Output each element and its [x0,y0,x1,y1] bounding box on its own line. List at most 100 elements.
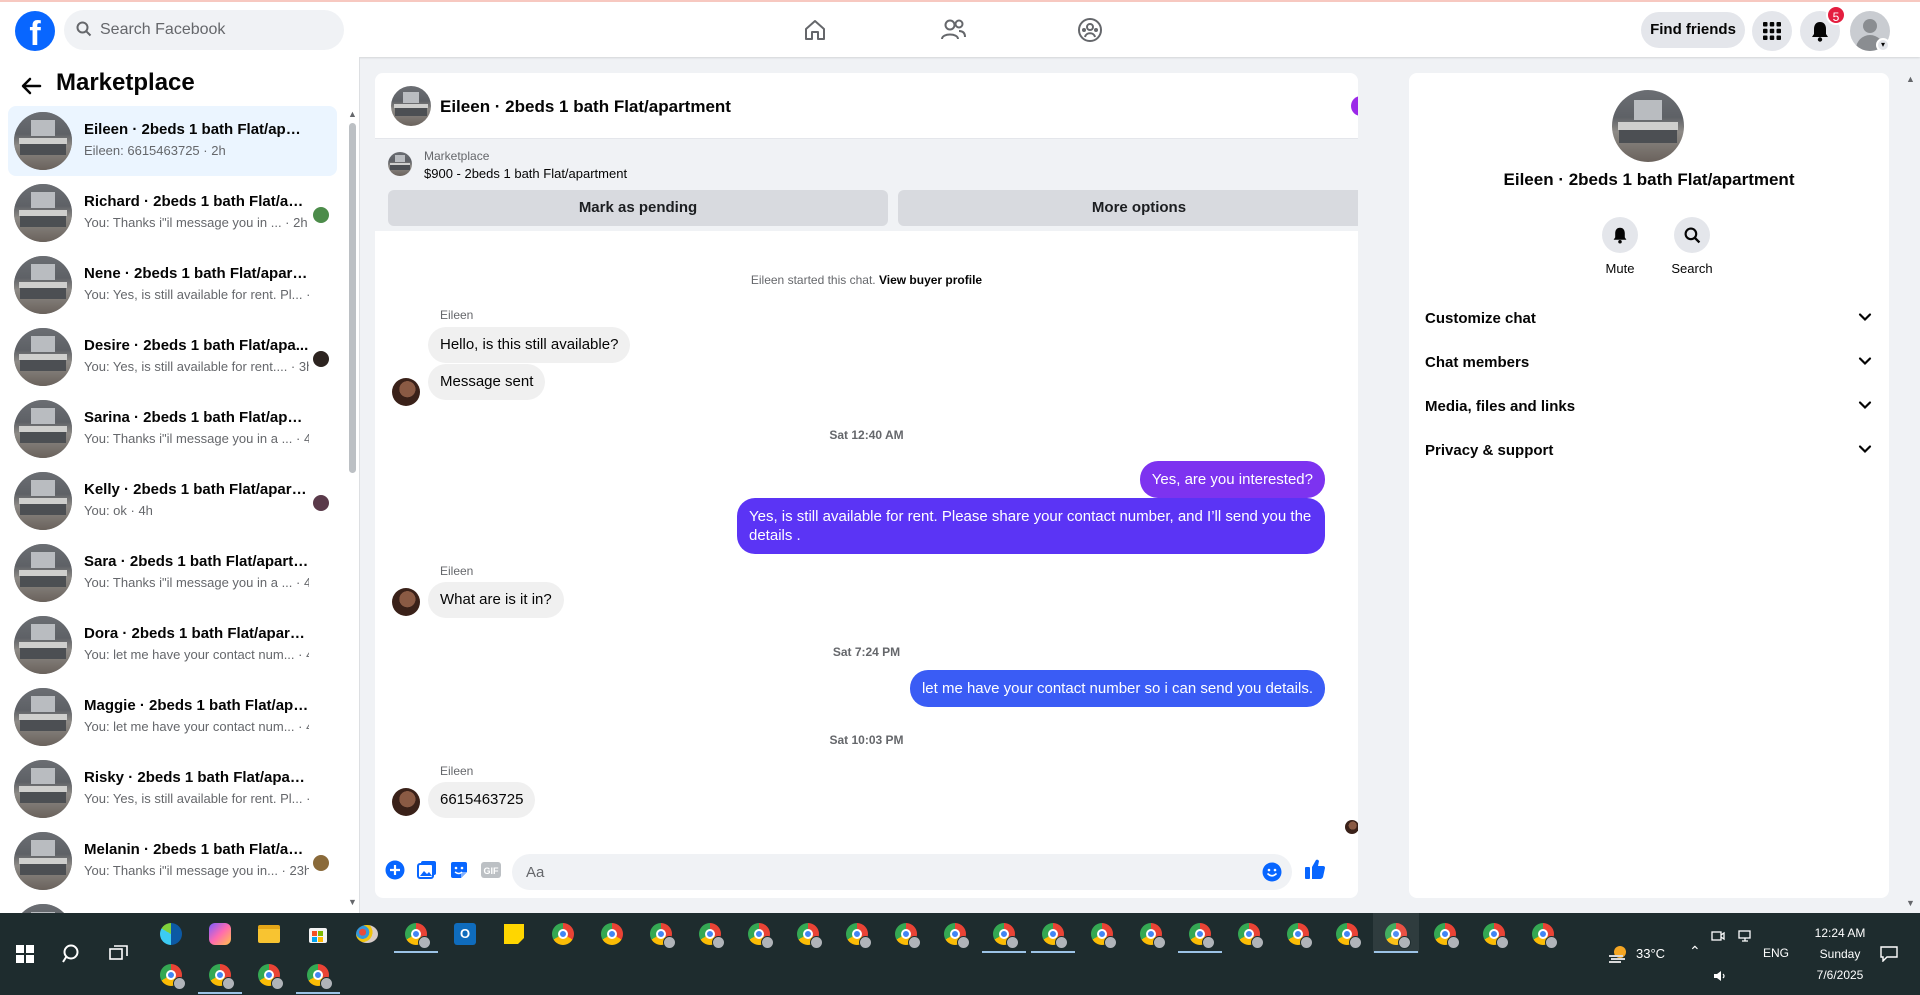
tray-overflow-chevron-icon[interactable]: ⌃ [1689,943,1701,960]
outlook-icon[interactable]: O [450,919,480,949]
media-files-links-section[interactable]: Media, files and links [1425,385,1873,429]
friends-icon[interactable] [933,10,973,50]
details-avatar[interactable] [1612,90,1684,162]
chrome-profile-icon[interactable] [1283,919,1313,949]
network-icon[interactable] [1735,925,1757,947]
search-input[interactable] [100,10,330,50]
chrome-profile-icon[interactable] [793,919,823,949]
groups-icon[interactable] [1070,10,1110,50]
search-in-chat-button[interactable]: Search [1662,217,1722,276]
windows-start-icon[interactable] [10,939,40,969]
conversation-item[interactable]: Dora · 2beds 1 bath Flat/apartm... You: … [8,610,337,680]
chrome-profile-icon[interactable] [1087,919,1117,949]
file-explorer-icon[interactable] [254,919,284,949]
conversation-item[interactable]: Maggie · 2beds 1 bath Flat/apart... You:… [8,682,337,752]
conversation-item[interactable]: Eileen · 2beds 1 bath Flat/apart... Eile… [8,106,337,176]
incoming-message[interactable]: Hello, is this still available? [428,327,631,363]
chrome-profile-icon[interactable] [1332,919,1362,949]
conversation-item[interactable]: Richard · 2beds 1 bath Flat/ap... You: T… [8,178,337,248]
like-icon[interactable] [1304,858,1326,880]
clock-day[interactable]: Sunday [1805,947,1875,961]
info-icon[interactable] [1350,95,1358,117]
incoming-message[interactable]: 6615463725 [428,782,536,818]
task-view-icon[interactable] [104,939,134,969]
mark-as-pending-button[interactable]: Mark as pending [388,190,888,226]
chrome-profile-icon[interactable] [401,919,431,949]
search-bar[interactable] [64,10,344,50]
chrome-profile-icon[interactable] [989,919,1019,949]
conversation-item[interactable]: Nene · 2beds 1 bath Flat/apartm... You: … [8,250,337,320]
copilot-icon[interactable] [205,919,235,949]
chrome-profile-icon[interactable] [303,960,333,990]
chrome-profile-icon[interactable] [891,919,921,949]
volume-icon[interactable] [1709,965,1731,987]
chat-avatar[interactable] [391,86,431,126]
chrome-profile-icon[interactable] [695,919,725,949]
conversation-item[interactable] [8,898,337,913]
message-input-field[interactable] [512,854,1292,890]
input-language[interactable]: ENG [1763,946,1789,960]
scroll-down-icon[interactable]: ▼ [348,897,357,907]
outgoing-message[interactable]: let me have your contact number so i can… [909,670,1325,707]
outgoing-message[interactable]: Yes, is still available for rent. Please… [737,498,1325,554]
scroll-up-icon[interactable]: ▲ [348,109,357,119]
page-scroll-down-icon[interactable]: ▼ [1906,898,1915,908]
conversation-item[interactable]: Risky · 2beds 1 bath Flat/apartm... You:… [8,754,337,824]
chrome-profile-icon[interactable] [1185,919,1215,949]
sticky-notes-icon[interactable] [499,919,529,949]
notification-center-icon[interactable] [1874,939,1904,969]
chrome-profile-icon[interactable] [1528,919,1558,949]
apps-grid-icon[interactable] [1752,11,1792,51]
plus-icon[interactable] [384,859,406,881]
conversation-item[interactable]: Kelly · 2beds 1 bath Flat/apart... You: … [8,466,337,536]
chrome-icon[interactable] [597,919,627,949]
edge-icon[interactable] [156,919,186,949]
meet-now-icon[interactable] [1707,925,1729,947]
chrome-profile-icon[interactable] [744,919,774,949]
conversation-item[interactable]: Sarina · 2beds 1 bath Flat/apart... You:… [8,394,337,464]
chrome-profile-icon[interactable] [1038,919,1068,949]
conversation-item[interactable]: Sara · 2beds 1 bath Flat/apartme... You:… [8,538,337,608]
chrome-profile-icon[interactable] [254,960,284,990]
chrome-profile-icon[interactable] [842,919,872,949]
chrome-profile-icon[interactable] [205,960,235,990]
back-arrow-icon[interactable] [20,75,42,97]
page-scroll-up-icon[interactable]: ▲ [1906,74,1915,84]
sender-avatar[interactable] [392,788,420,816]
chrome-profile-icon[interactable] [1136,919,1166,949]
chrome-profile-icon[interactable] [646,919,676,949]
chat-members-section[interactable]: Chat members [1425,341,1873,385]
mute-button[interactable]: Mute [1590,217,1650,276]
chrome-icon[interactable] [548,919,578,949]
taskbar-search-icon[interactable] [57,939,87,969]
chrome-profile-icon[interactable] [156,960,186,990]
chrome-profile-icon[interactable] [940,919,970,949]
sidebar-scrollbar[interactable] [349,123,356,473]
sender-avatar[interactable] [392,588,420,616]
temperature[interactable]: 33°C [1636,946,1665,961]
more-options-button[interactable]: More options [898,190,1358,226]
conversation-item[interactable]: Melanin · 2beds 1 bath Flat/ap... You: T… [8,826,337,896]
conversation-item[interactable]: Desire · 2beds 1 bath Flat/apa... You: Y… [8,322,337,392]
sender-avatar[interactable] [392,378,420,406]
home-icon[interactable] [795,10,835,50]
message-input[interactable] [526,854,1246,890]
account-chevron-icon[interactable]: ▾ [1876,38,1890,52]
chrome-profile-icon[interactable] [1234,919,1264,949]
gif-icon[interactable]: GIF [480,859,502,881]
view-buyer-profile-link[interactable]: View buyer profile [879,273,982,287]
listing-title[interactable]: $900 - 2beds 1 bath Flat/apartment [424,166,627,181]
clock-time[interactable]: 12:24 AM [1805,926,1875,940]
photo-icon[interactable] [416,859,438,881]
sticker-icon[interactable] [448,859,470,881]
facebook-logo[interactable]: f [15,11,55,53]
incoming-message[interactable]: What are is it in? [428,582,564,618]
customize-chat-section[interactable]: Customize chat [1425,297,1873,341]
clock-date[interactable]: 7/6/2025 [1805,968,1875,982]
chat-title[interactable]: Eileen · 2beds 1 bath Flat/apartment [440,97,731,117]
privacy-support-section[interactable]: Privacy & support [1425,429,1873,473]
outgoing-message[interactable]: Yes, are you interested? [1139,461,1325,498]
incoming-message[interactable]: Message sent [428,364,546,400]
chrome-profile-icon[interactable] [1430,919,1460,949]
weather-icon[interactable] [1603,939,1633,969]
